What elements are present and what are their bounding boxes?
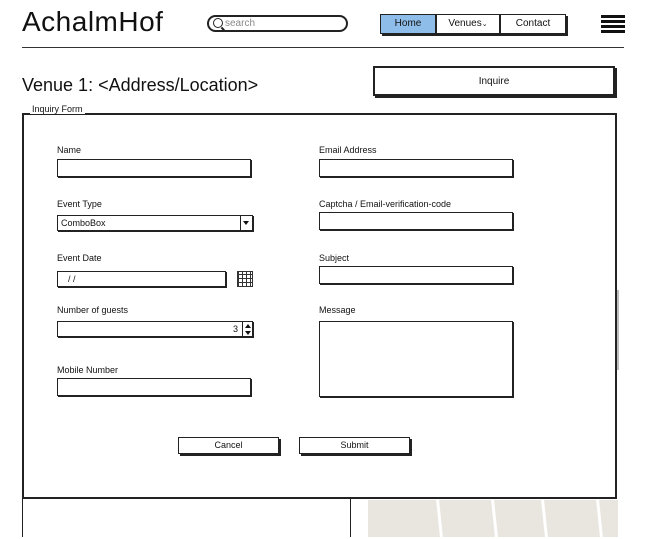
search-placeholder: search bbox=[225, 18, 256, 29]
event-type-value: ComboBox bbox=[61, 218, 106, 228]
calendar-icon[interactable] bbox=[237, 271, 253, 287]
mobile-field[interactable] bbox=[57, 378, 251, 396]
nav-venues[interactable]: Venues⌄ bbox=[436, 14, 500, 34]
chevron-down-icon: ⌄ bbox=[481, 21, 488, 28]
search-icon bbox=[213, 18, 223, 28]
subject-label: Subject bbox=[319, 253, 350, 263]
form-legend: Inquiry Form bbox=[30, 104, 85, 114]
image-placeholder bbox=[368, 500, 618, 537]
email-label: Email Address bbox=[319, 145, 377, 155]
email-field[interactable] bbox=[319, 159, 513, 177]
guests-stepper[interactable]: 3 bbox=[57, 321, 253, 337]
bottom-border-mid bbox=[350, 499, 351, 537]
page-title: Venue 1: <Address/Location> bbox=[22, 75, 259, 95]
name-field[interactable] bbox=[57, 159, 251, 177]
captcha-field[interactable] bbox=[319, 212, 513, 230]
chevron-down-icon[interactable] bbox=[240, 216, 252, 230]
bottom-border-left bbox=[22, 499, 23, 537]
message-textarea[interactable] bbox=[319, 321, 513, 397]
inquire-button[interactable]: Inquire bbox=[373, 66, 615, 96]
stepper-arrows-icon[interactable] bbox=[242, 322, 252, 336]
subject-field[interactable] bbox=[319, 266, 513, 284]
header-divider bbox=[22, 47, 624, 48]
search-input[interactable]: search bbox=[207, 15, 348, 32]
nav-home[interactable]: Home bbox=[380, 14, 436, 34]
guests-label: Number of guests bbox=[57, 305, 129, 315]
name-label: Name bbox=[57, 145, 82, 155]
message-label: Message bbox=[319, 305, 356, 315]
mobile-label: Mobile Number bbox=[57, 365, 119, 375]
scrollbar-edge bbox=[617, 290, 619, 370]
menu-icon[interactable] bbox=[601, 15, 625, 33]
nav-venues-label: Venues bbox=[448, 18, 482, 29]
main-nav: Home Venues⌄ Contact bbox=[380, 14, 566, 34]
event-date-label: Event Date bbox=[57, 253, 102, 263]
cancel-button[interactable]: Cancel bbox=[178, 437, 279, 454]
site-logo[interactable]: AchalmHof bbox=[22, 6, 163, 38]
submit-button[interactable]: Submit bbox=[299, 437, 410, 454]
captcha-label: Captcha / Email-verification-code bbox=[319, 199, 452, 209]
event-date-field[interactable]: / / bbox=[57, 271, 226, 287]
event-date-value: / / bbox=[68, 274, 76, 284]
nav-contact[interactable]: Contact bbox=[500, 14, 566, 34]
event-type-label: Event Type bbox=[57, 199, 102, 209]
guests-value: 3 bbox=[232, 324, 238, 334]
event-type-select[interactable]: ComboBox bbox=[57, 215, 253, 231]
